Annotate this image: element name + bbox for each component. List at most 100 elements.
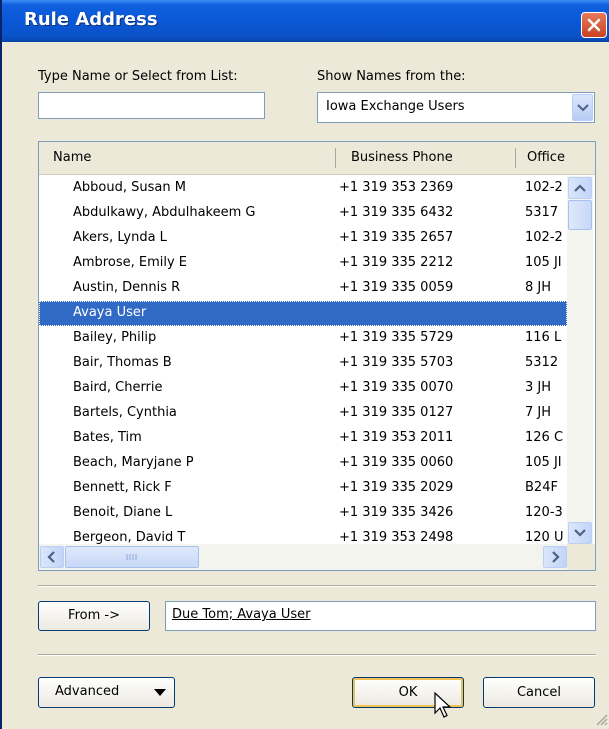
arrow-right-icon [552, 551, 560, 563]
office-location: 3 JH [525, 380, 552, 395]
business-phone: +1 319 335 5703 [339, 355, 454, 370]
title-bar[interactable]: Rule Address [2, 0, 609, 42]
from-button[interactable]: From -> [38, 601, 150, 631]
table-row[interactable]: Baird, Cherrie +1 319 335 0070 3 JH [39, 376, 567, 401]
table-row[interactable]: Avaya User [39, 301, 567, 326]
scroll-left-button[interactable] [40, 546, 64, 568]
column-header-name[interactable]: Name [53, 142, 91, 173]
office-location: 7 JH [525, 405, 552, 420]
table-row[interactable]: Bair, Thomas B +1 319 335 5703 5312 [39, 351, 567, 376]
scroll-down-button[interactable] [568, 522, 592, 544]
contacts-list[interactable]: Name Business Phone Office Abboud, Susan… [38, 141, 596, 571]
chevron-down-icon [577, 104, 589, 112]
contact-name: Beach, Maryjane P [73, 455, 194, 470]
from-recipients-field[interactable]: Due Tom; Avaya User [165, 601, 596, 631]
vertical-scroll-thumb[interactable] [568, 200, 592, 230]
from-recipients-text: Due Tom; Avaya User [172, 607, 311, 622]
scroll-up-button[interactable] [568, 177, 592, 199]
rule-address-dialog: Rule Address Type Name or Select from Li… [0, 0, 609, 729]
business-phone: +1 319 335 0070 [339, 380, 454, 395]
business-phone: +1 319 335 5729 [339, 330, 454, 345]
office-location: 105 JI [525, 455, 562, 470]
horizontal-scroll-thumb[interactable] [65, 546, 199, 568]
contact-name: Bartels, Cynthia [73, 405, 177, 420]
table-row[interactable]: Benoit, Diane L +1 319 335 3426 120-3 [39, 501, 567, 526]
arrow-up-icon [574, 184, 586, 192]
business-phone: +1 319 335 2657 [339, 230, 454, 245]
office-location: 102-2 [525, 180, 563, 195]
column-header-office[interactable]: Office [527, 142, 565, 173]
table-row[interactable]: Austin, Dennis R +1 319 335 0059 8 JH [39, 276, 567, 301]
table-row[interactable]: Bartels, Cynthia +1 319 335 0127 7 JH [39, 401, 567, 426]
office-location: 102-2 [525, 230, 563, 245]
table-row[interactable]: Bates, Tim +1 319 353 2011 126 C [39, 426, 567, 451]
business-phone: +1 319 335 0127 [339, 405, 454, 420]
triangle-down-icon [154, 689, 166, 696]
contact-name: Bennett, Rick F [73, 480, 172, 495]
business-phone: +1 319 335 2212 [339, 255, 454, 270]
office-location: 5312 [525, 355, 559, 370]
search-input[interactable] [38, 92, 265, 119]
contact-name: Abboud, Susan M [73, 180, 186, 195]
close-icon [587, 18, 601, 32]
arrow-left-icon [47, 551, 55, 563]
office-location: B24F [525, 480, 558, 495]
contact-name: Akers, Lynda L [73, 230, 167, 245]
advanced-button[interactable]: Advanced [38, 677, 175, 708]
advanced-button-label: Advanced [55, 684, 120, 699]
horizontal-scrollbar[interactable] [39, 544, 595, 570]
arrow-down-icon [574, 529, 586, 537]
contact-name: Bates, Tim [73, 430, 142, 445]
office-location: 105 JI [525, 255, 562, 270]
office-location: 120-3 [525, 505, 563, 520]
scroll-right-button[interactable] [543, 546, 567, 568]
office-location: 116 L [525, 330, 562, 345]
contact-name: Bergeon, David T [73, 530, 186, 545]
resize-grip-icon[interactable] [594, 712, 608, 726]
contact-name: Ambrose, Emily E [73, 255, 187, 270]
divider [38, 654, 596, 656]
contact-name: Abdulkawy, Abdulhakeem G [73, 205, 256, 220]
list-header: Name Business Phone Office [39, 142, 595, 175]
dropdown-button[interactable] [572, 94, 593, 121]
contact-name: Austin, Dennis R [73, 280, 181, 295]
table-row[interactable]: Beach, Maryjane P +1 319 335 0060 105 JI [39, 451, 567, 476]
column-divider[interactable] [335, 148, 336, 168]
business-phone: +1 319 335 0060 [339, 455, 454, 470]
business-phone: +1 319 353 2369 [339, 180, 454, 195]
scroll-corner [567, 544, 595, 570]
business-phone: +1 319 353 2498 [339, 530, 454, 545]
table-row[interactable]: Bailey, Philip +1 319 335 5729 116 L [39, 326, 567, 351]
address-book-dropdown[interactable]: Iowa Exchange Users [317, 92, 595, 123]
contact-name: Bailey, Philip [73, 330, 157, 345]
contact-name: Bair, Thomas B [73, 355, 172, 370]
table-row[interactable]: Abboud, Susan M +1 319 353 2369 102-2 [39, 176, 567, 201]
office-location: 8 JH [525, 280, 552, 295]
vertical-scrollbar[interactable] [567, 176, 593, 546]
cancel-button[interactable]: Cancel [483, 677, 595, 708]
mouse-pointer-icon [434, 692, 452, 718]
table-row[interactable]: Akers, Lynda L +1 319 335 2657 102-2 [39, 226, 567, 251]
close-button[interactable] [581, 12, 607, 38]
contact-name: Avaya User [73, 305, 147, 320]
business-phone: +1 319 335 3426 [339, 505, 454, 520]
office-location: 120 U [525, 530, 564, 545]
search-label: Type Name or Select from List: [38, 69, 238, 84]
business-phone: +1 319 335 6432 [339, 205, 454, 220]
divider [38, 585, 596, 587]
contact-name: Benoit, Diane L [73, 505, 173, 520]
address-book-label: Show Names from the: [317, 69, 466, 84]
column-header-business-phone[interactable]: Business Phone [351, 142, 453, 173]
window-title: Rule Address [24, 9, 158, 30]
column-divider[interactable] [515, 148, 516, 168]
business-phone: +1 319 353 2011 [339, 430, 454, 445]
business-phone: +1 319 335 2029 [339, 480, 454, 495]
table-row[interactable]: Ambrose, Emily E +1 319 335 2212 105 JI [39, 251, 567, 276]
grip-icon [126, 554, 137, 560]
business-phone: +1 319 335 0059 [339, 280, 454, 295]
table-row[interactable]: Bennett, Rick F +1 319 335 2029 B24F [39, 476, 567, 501]
office-location: 5317 [525, 205, 559, 220]
contact-name: Baird, Cherrie [73, 380, 163, 395]
office-location: 126 C [525, 430, 564, 445]
table-row[interactable]: Abdulkawy, Abdulhakeem G +1 319 335 6432 5… [39, 201, 567, 226]
